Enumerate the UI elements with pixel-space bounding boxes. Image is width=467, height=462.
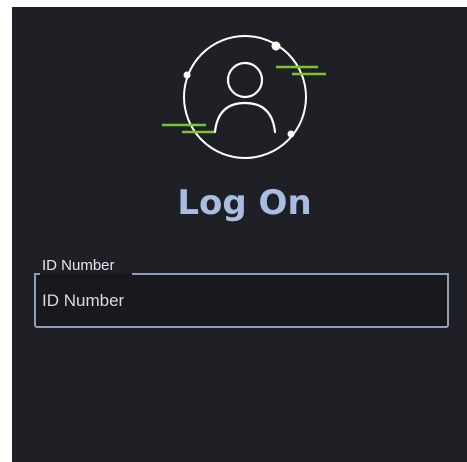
id-number-field: ID Number	[34, 258, 449, 328]
user-circle-icon	[160, 33, 330, 171]
page-title: Log On	[177, 183, 312, 223]
id-number-input[interactable]	[36, 275, 447, 326]
login-screen: Log On ID Number	[12, 7, 467, 462]
id-number-label: ID Number	[42, 257, 115, 274]
